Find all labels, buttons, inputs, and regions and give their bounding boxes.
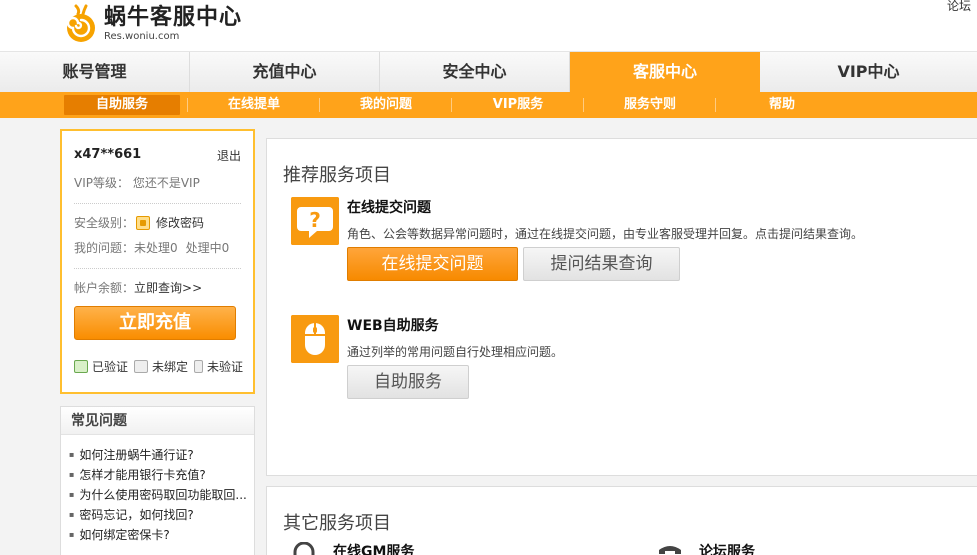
tab-vip[interactable]: VIP中心 bbox=[760, 52, 977, 92]
faq-item[interactable]: 如何绑定密保卡? bbox=[79, 528, 169, 542]
vip-level-label: VIP等级： bbox=[74, 176, 129, 190]
lock-icon bbox=[136, 215, 151, 230]
service-name: 论坛服务 bbox=[699, 544, 755, 555]
username: x47**661 bbox=[74, 147, 142, 162]
shield-check-icon bbox=[74, 360, 88, 373]
snail-logo-icon bbox=[66, 4, 95, 42]
bind-status-label: 未绑定 bbox=[152, 360, 189, 374]
main-nav: 账号管理 充值中心 安全中心 客服中心 VIP中心 bbox=[0, 52, 977, 92]
subnav-my-issues[interactable]: 我的问题 bbox=[320, 95, 452, 115]
recharge-button[interactable]: 立即充值 bbox=[74, 306, 236, 340]
logo[interactable]: 蜗牛客服中心 Res.woniu.com bbox=[62, 0, 242, 48]
submit-question-button[interactable]: 在线提交问题 bbox=[347, 247, 518, 281]
verify-status-label: 已验证 bbox=[92, 360, 129, 374]
subnav-help[interactable]: 帮助 bbox=[716, 95, 848, 115]
faq-box: 常见问题 如何注册蜗牛通行证? 怎样才能用银行卡充值? 为什么使用密码取回功能取… bbox=[60, 406, 255, 555]
phone-icon bbox=[194, 360, 204, 373]
recommended-title: 推荐服务项目 bbox=[283, 165, 391, 186]
subnav-vip-service[interactable]: VIP服务 bbox=[452, 95, 584, 115]
service-name: 在线GM服务 bbox=[333, 544, 415, 555]
header: 蜗牛客服中心 Res.woniu.com 论坛 bbox=[0, 0, 977, 52]
divider bbox=[74, 268, 241, 269]
service-description: 角色、公会等数据异常问题时，通过在线提交问题，由专业客服受理并回复。点击提问结果… bbox=[347, 227, 864, 241]
phone-status-label: 未验证 bbox=[207, 360, 244, 374]
query-balance-link[interactable]: 立即查询>> bbox=[134, 279, 202, 296]
security-level-label: 安全级别： bbox=[74, 216, 135, 230]
self-service-button[interactable]: 自助服务 bbox=[347, 365, 469, 399]
question-bubble-icon: ? bbox=[291, 197, 339, 245]
service-name: WEB自助服务 bbox=[347, 318, 439, 334]
svg-text:?: ? bbox=[309, 208, 321, 232]
service-name: 在线提交问题 bbox=[347, 200, 431, 216]
faq-item[interactable]: 密码忘记，如何找回? bbox=[79, 508, 193, 522]
change-password-link[interactable]: 修改密码 bbox=[156, 214, 204, 231]
query-result-button[interactable]: 提问结果查询 bbox=[523, 247, 680, 281]
logo-subtitle: Res.woniu.com bbox=[104, 30, 180, 42]
service-description: 通过列举的常用问题自行处理相应问题。 bbox=[347, 345, 564, 359]
recommended-services-panel: 推荐服务项目 ? 在线提交问题 角色、公会等数据异常问题时，通过在线提交问题，由… bbox=[266, 138, 977, 476]
mouse-icon bbox=[291, 315, 339, 363]
telephone-icon bbox=[659, 546, 681, 554]
subnav-self-service[interactable]: 自助服务 bbox=[64, 95, 188, 115]
faq-title: 常见问题 bbox=[61, 407, 254, 435]
tab-recharge[interactable]: 充值中心 bbox=[190, 52, 380, 92]
tab-service[interactable]: 客服中心 bbox=[570, 52, 760, 92]
faq-item[interactable]: 为什么使用密码取回功能取回... bbox=[79, 488, 246, 502]
divider bbox=[74, 203, 241, 204]
subnav-service-rules[interactable]: 服务守则 bbox=[584, 95, 716, 115]
other-services-panel: 其它服务项目 在线GM服务 论坛服务 bbox=[266, 486, 977, 555]
balance-label: 帐户余额： bbox=[74, 281, 135, 295]
page: 蜗牛客服中心 Res.woniu.com 论坛 账号管理 充值中心 安全中心 客… bbox=[0, 0, 977, 555]
other-title: 其它服务项目 bbox=[283, 513, 391, 534]
unhandled-count: 未处理0 bbox=[134, 241, 178, 255]
tab-account[interactable]: 账号管理 bbox=[0, 52, 190, 92]
user-info-box: x47**661 退出 VIP等级： 您还不是VIP 安全级别： 修改密码 我的… bbox=[60, 129, 255, 394]
my-issues-label: 我的问题： bbox=[74, 241, 135, 255]
sub-nav: 自助服务 在线提单 我的问题 VIP服务 服务守则 帮助 bbox=[0, 92, 977, 118]
service-online-gm[interactable]: 在线GM服务 bbox=[291, 541, 414, 555]
headset-icon bbox=[293, 542, 315, 555]
faq-item[interactable]: 怎样才能用银行卡充值? bbox=[79, 468, 205, 482]
service-forum[interactable]: 论坛服务 bbox=[657, 541, 755, 555]
logo-title: 蜗牛客服中心 bbox=[104, 4, 243, 30]
faq-item[interactable]: 如何注册蜗牛通行证? bbox=[79, 448, 193, 462]
vip-level-value: 您还不是VIP bbox=[132, 176, 200, 190]
forum-link[interactable]: 论坛 bbox=[947, 0, 971, 14]
tab-security[interactable]: 安全中心 bbox=[380, 52, 570, 92]
subnav-online-ticket[interactable]: 在线提单 bbox=[188, 95, 320, 115]
verification-status: 已验证 未绑定 未验证 bbox=[74, 358, 244, 375]
mail-icon bbox=[134, 360, 149, 373]
processing-count: 处理中0 bbox=[185, 241, 230, 255]
logout-link[interactable]: 退出 bbox=[217, 147, 241, 164]
